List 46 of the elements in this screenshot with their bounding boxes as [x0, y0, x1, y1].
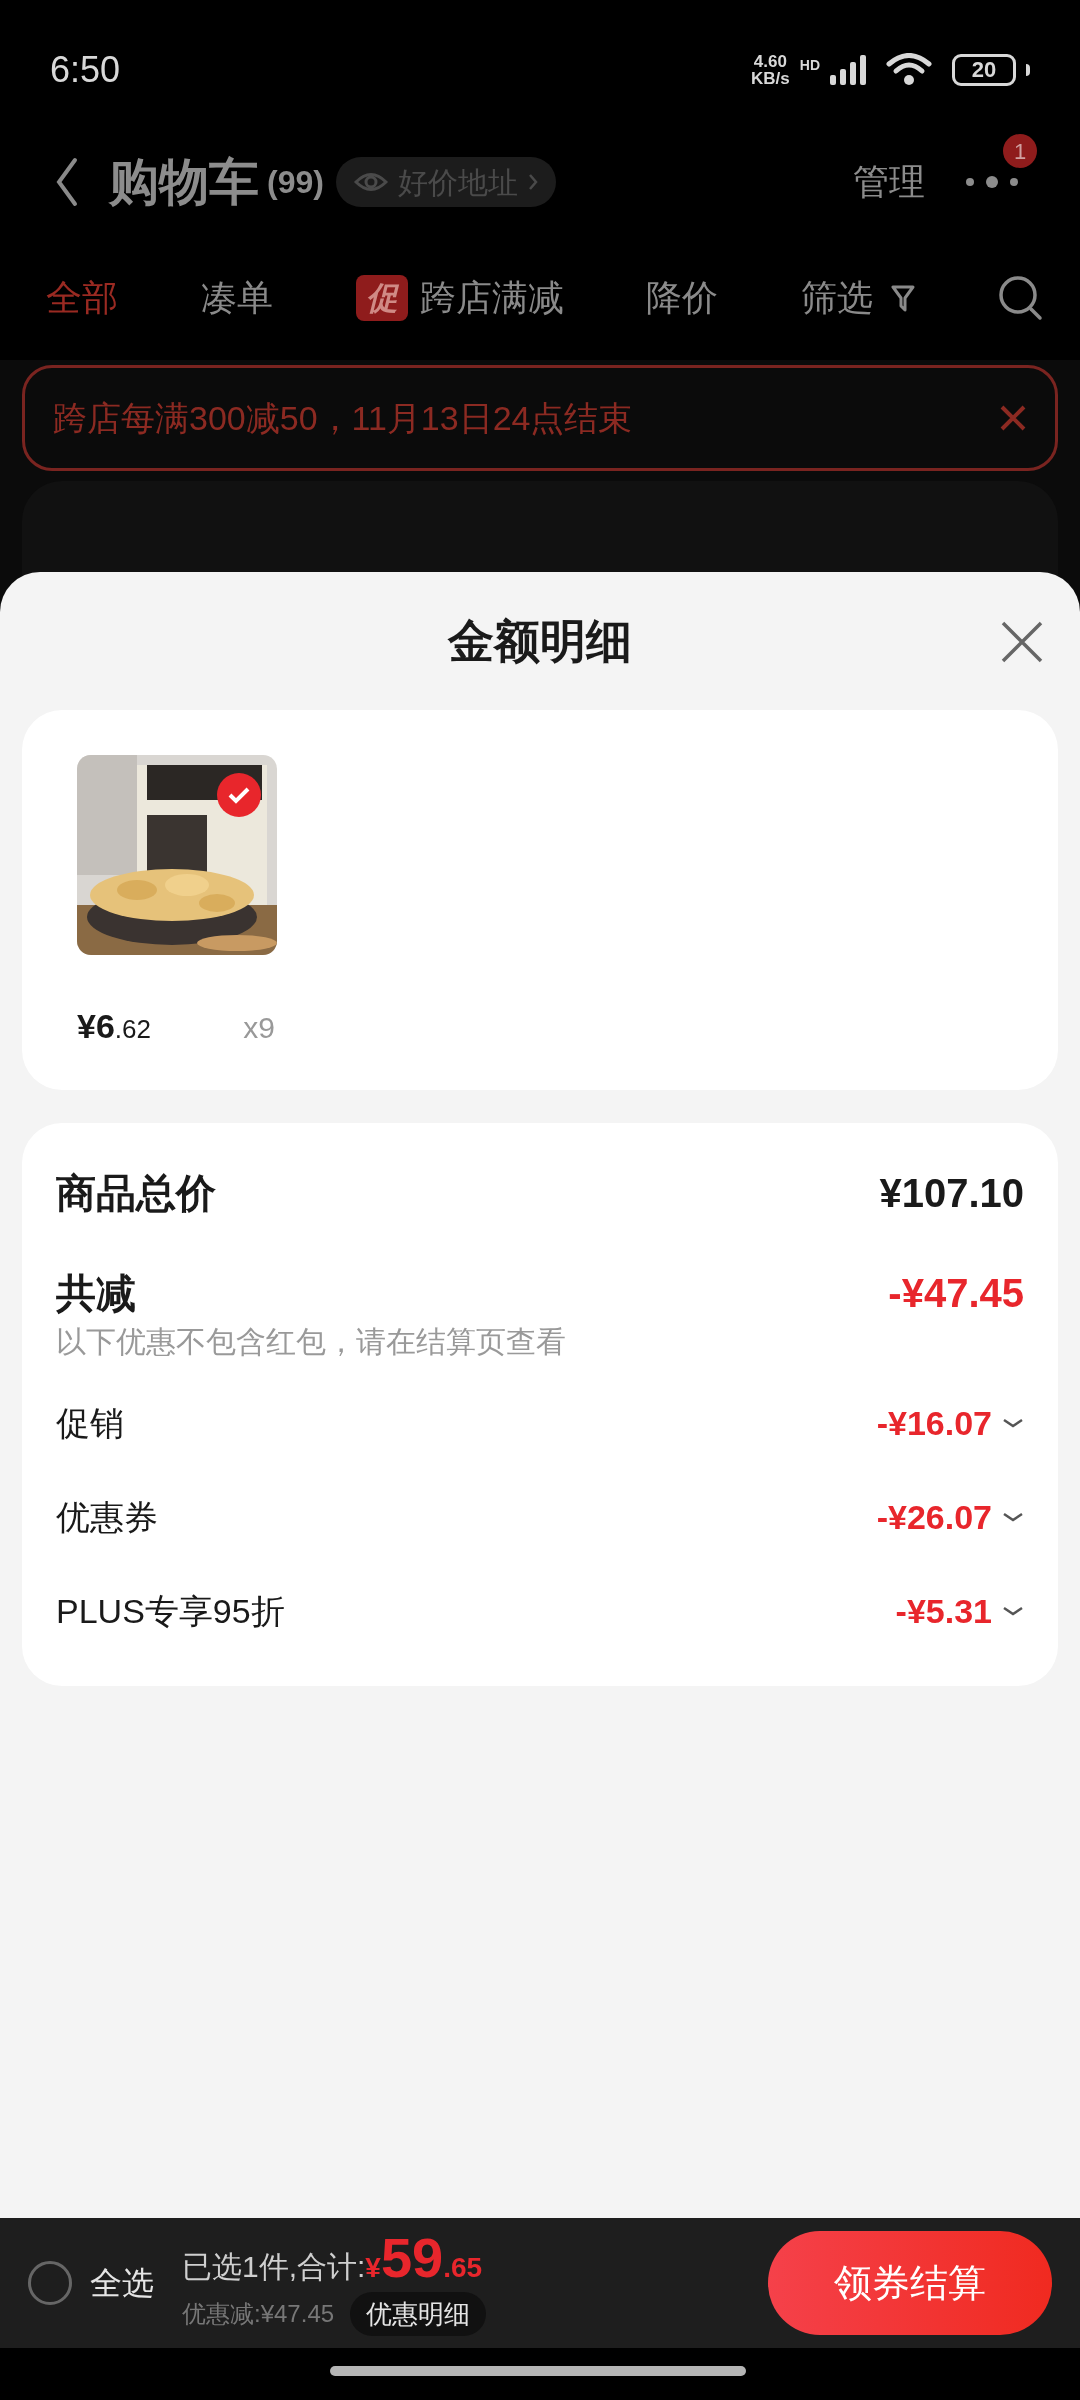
discount-item-label: 促销: [56, 1402, 124, 1444]
item-price: ¥6.62: [77, 1006, 151, 1047]
cart-count: (99): [267, 163, 324, 202]
promo-badge: 促: [355, 275, 408, 321]
select-all-checkbox[interactable]: [28, 2261, 72, 2305]
eye-icon: [353, 171, 388, 193]
promo-text: 跨店每满300减50，11月13日24点结束: [53, 397, 633, 439]
close-icon[interactable]: [1000, 620, 1044, 664]
filter-icon: [891, 284, 916, 312]
total-price: ¥59.65: [365, 2230, 483, 2286]
search-icon[interactable]: [998, 275, 1044, 321]
battery-indicator: 20: [952, 54, 1016, 86]
tab[interactable]: 促 跨店满减: [355, 271, 564, 325]
clock: 6:50: [50, 48, 121, 92]
chevron-icon: [527, 173, 538, 191]
network-speed: 4.60 KB/s: [751, 53, 790, 87]
discount-summary: 优惠减:¥47.45: [182, 2299, 335, 2329]
tab[interactable]: 降价: [646, 271, 719, 325]
tab[interactable]: 筛选: [801, 271, 916, 325]
select-all-label[interactable]: 全选: [90, 2259, 154, 2307]
check-icon: [227, 785, 251, 805]
total-label: 商品总价: [56, 1170, 216, 1217]
sheet-title: 金额明细: [448, 613, 632, 669]
signal-icon: [830, 55, 868, 85]
wifi-icon: [886, 53, 932, 87]
checkout-button[interactable]: 领券结算: [768, 2231, 1052, 2335]
discount-item-label: 优惠券: [56, 1496, 158, 1538]
total-value: ¥107.10: [879, 1170, 1024, 1217]
notification-badge: 1: [1003, 134, 1037, 168]
page-title: 购物车: [109, 152, 259, 212]
discount-note: 以下优惠不包含红包，请在结算页查看: [56, 1324, 567, 1360]
discount-item-value[interactable]: -¥5.31: [895, 1585, 1024, 1637]
item-quantity: x9: [243, 1010, 275, 1046]
discount-item-value[interactable]: -¥26.07: [876, 1491, 1024, 1543]
discount-value: -¥47.45: [888, 1270, 1024, 1317]
discount-item-label: PLUS专享95折: [56, 1590, 285, 1632]
discount-label: 共减: [56, 1270, 136, 1317]
manage-button[interactable]: 管理: [853, 155, 925, 209]
discount-detail-button[interactable]: 优惠明细: [350, 2292, 487, 2336]
battery-tip: [1026, 64, 1030, 76]
discount-item-value[interactable]: -¥16.07: [876, 1397, 1024, 1449]
selection-summary: 已选1件,合计:: [182, 2249, 366, 2285]
network-type: HD: [799, 56, 820, 75]
tab[interactable]: 凑单: [200, 271, 273, 325]
more-icon[interactable]: [965, 174, 1019, 190]
back-icon[interactable]: [55, 157, 79, 207]
